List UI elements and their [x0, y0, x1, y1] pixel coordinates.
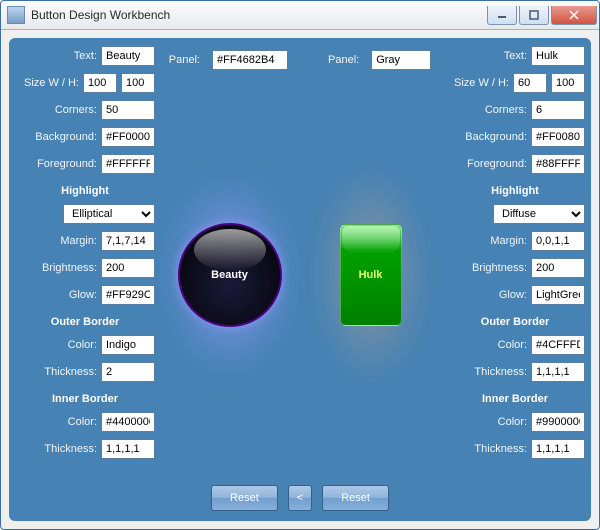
right-height-input[interactable] [551, 73, 585, 93]
preview-left: Beauty [159, 70, 300, 479]
label-color: Color: [15, 339, 97, 351]
right-foreground-input[interactable] [531, 154, 585, 174]
label-brightness: Brightness: [445, 262, 527, 274]
left-inner-thickness-input[interactable] [101, 439, 155, 459]
label-brightness: Brightness: [15, 262, 97, 274]
label-margin: Margin: [445, 235, 527, 247]
close-button[interactable] [551, 6, 597, 25]
preview-button-left-label: Beauty [211, 269, 248, 281]
left-foreground-input[interactable] [101, 154, 155, 174]
label-panel: Panel: [328, 54, 359, 66]
label-thickness: Thickness: [445, 366, 527, 378]
left-height-input[interactable] [121, 73, 155, 93]
titlebar[interactable]: Button Design Workbench [1, 1, 599, 30]
right-corners-input[interactable] [531, 100, 585, 120]
app-window: Button Design Workbench Text: Size W / H… [0, 0, 600, 530]
label-thickness: Thickness: [445, 443, 527, 455]
preview-right: Hulk [300, 70, 441, 479]
window-title: Button Design Workbench [31, 8, 485, 22]
reset-left-button[interactable]: Reset [211, 485, 278, 511]
left-form: Text: Size W / H: Corners: Background: F… [15, 46, 155, 513]
right-width-input[interactable] [513, 73, 547, 93]
label-color: Color: [15, 416, 97, 428]
label-color: Color: [445, 416, 527, 428]
section-inner-border: Inner Border [15, 393, 155, 405]
preview-area: Beauty Hulk [159, 70, 441, 479]
label-text: Text: [15, 50, 97, 62]
left-text-input[interactable] [101, 46, 155, 66]
main-panel: Text: Size W / H: Corners: Background: F… [9, 38, 591, 521]
maximize-button[interactable] [519, 6, 549, 25]
left-corners-input[interactable] [101, 100, 155, 120]
reset-right-button[interactable]: Reset [322, 485, 389, 511]
panel-left-color-input[interactable] [212, 50, 288, 70]
left-width-input[interactable] [83, 73, 117, 93]
right-outer-color-input[interactable] [531, 335, 585, 355]
right-form: Text: Size W / H: Corners: Background: F… [445, 46, 585, 513]
preview-button-right-label: Hulk [359, 269, 383, 281]
label-size: Size W / H: [445, 77, 509, 89]
section-highlight: Highlight [445, 185, 585, 197]
app-icon [7, 6, 25, 24]
label-thickness: Thickness: [15, 366, 97, 378]
right-text-input[interactable] [531, 46, 585, 66]
label-color: Color: [445, 339, 527, 351]
label-panel: Panel: [169, 54, 200, 66]
right-glow-color-input[interactable] [531, 285, 585, 305]
right-highlight-type-select[interactable]: Diffuse [493, 204, 585, 224]
preview-button-left[interactable]: Beauty [178, 223, 282, 327]
preview-button-right[interactable]: Hulk [340, 224, 402, 326]
label-background: Background: [445, 131, 527, 143]
center-area: Panel: Panel: Beauty Hulk [159, 46, 441, 513]
label-margin: Margin: [15, 235, 97, 247]
right-margin-input[interactable] [531, 231, 585, 251]
left-glow-color-input[interactable] [101, 285, 155, 305]
right-inner-thickness-input[interactable] [531, 439, 585, 459]
label-foreground: Foreground: [15, 158, 97, 170]
label-text: Text: [445, 50, 527, 62]
right-background-input[interactable] [531, 127, 585, 147]
right-brightness-input[interactable] [531, 258, 585, 278]
left-margin-input[interactable] [101, 231, 155, 251]
left-highlight-type-select[interactable]: Elliptical [63, 204, 155, 224]
label-background: Background: [15, 131, 97, 143]
section-inner-border: Inner Border [445, 393, 585, 405]
right-inner-color-input[interactable] [531, 412, 585, 432]
right-outer-thickness-input[interactable] [531, 362, 585, 382]
label-glow: Glow: [445, 289, 527, 301]
label-corners: Corners: [15, 104, 97, 116]
left-outer-color-input[interactable] [101, 335, 155, 355]
left-outer-thickness-input[interactable] [101, 362, 155, 382]
minimize-button[interactable] [487, 6, 517, 25]
section-outer-border: Outer Border [445, 316, 585, 328]
left-background-input[interactable] [101, 127, 155, 147]
label-foreground: Foreground: [445, 158, 527, 170]
swap-button[interactable]: < [288, 485, 312, 511]
left-inner-color-input[interactable] [101, 412, 155, 432]
section-outer-border: Outer Border [15, 316, 155, 328]
label-thickness: Thickness: [15, 443, 97, 455]
label-glow: Glow: [15, 289, 97, 301]
left-brightness-input[interactable] [101, 258, 155, 278]
section-highlight: Highlight [15, 185, 155, 197]
label-size: Size W / H: [15, 77, 79, 89]
label-corners: Corners: [445, 104, 527, 116]
panel-right-color-input[interactable] [371, 50, 431, 70]
